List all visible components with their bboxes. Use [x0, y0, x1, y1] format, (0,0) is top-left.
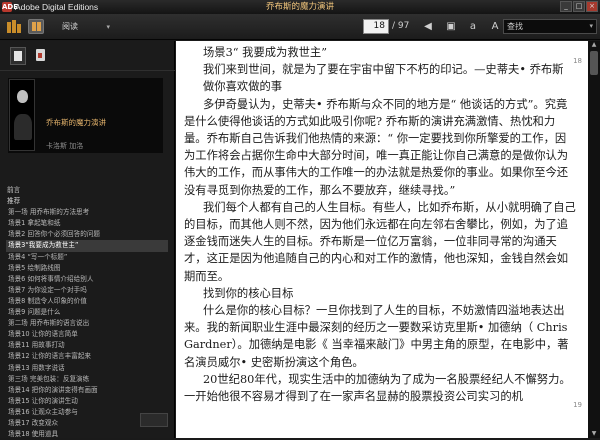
- toc-item[interactable]: 场景12 让你的语言丰富起来: [6, 351, 168, 362]
- decrease-font-button[interactable]: a: [466, 18, 480, 35]
- chevron-down-icon: ▾: [589, 22, 593, 30]
- book-text: 场景3“ 我要成为救世主” 我们来到世间，就是为了要在宇宙中留下不朽的印记。—史蒂…: [184, 44, 576, 405]
- paragraph: 20世纪80年代，现实生活中的加德纳为了成为一名股票经纪人不懈努力。一开始他很不…: [184, 372, 571, 404]
- apple-logo-icon: [17, 90, 28, 103]
- scroll-up-icon[interactable]: ▲: [589, 41, 599, 49]
- paragraph: 做你喜欢做的事: [203, 80, 283, 94]
- toc-item[interactable]: 场景7 为你设定一个对手吗: [6, 285, 168, 296]
- bookmarks-tab-icon[interactable]: [10, 47, 26, 65]
- page-number-input[interactable]: 18: [363, 19, 389, 34]
- previous-page-icon[interactable]: ◀: [420, 18, 436, 35]
- toc-item[interactable]: 场景5 绘制路线图: [6, 263, 168, 274]
- book-title: 乔布斯的魔力演讲: [46, 118, 106, 127]
- toc-item[interactable]: 场景13 用数字说话: [6, 363, 168, 374]
- toolbar: 阅读 ▾ 18 / 97 ◀ ▣ a A 查找 ▾: [0, 14, 600, 40]
- book-author: 卡洛斯 加洛: [46, 142, 84, 150]
- portrait-image: [14, 114, 32, 140]
- reading-view-icon[interactable]: [28, 19, 44, 34]
- page-total: / 97: [392, 21, 410, 31]
- toc-item[interactable]: 场景15 让你的演讲生动: [6, 396, 168, 407]
- paragraph: 什么是你的核心目标？一旦你找到了人生的目标，不妨激情四溢地表达出来。我的新闻职业…: [184, 304, 569, 369]
- paragraph: 找到你的核心目标: [203, 286, 294, 300]
- toc-item[interactable]: 场景2 回答你个必须回答的问题: [6, 229, 168, 240]
- toc-item[interactable]: 场景4 “写一个标题”: [6, 252, 168, 263]
- paragraph: 多伊奇曼认为，史蒂夫• 乔布斯与众不同的地方是“ 他谈话的方式”。究竟是什么使得…: [184, 97, 569, 197]
- toc-item[interactable]: 场景9 问题是什么: [6, 307, 168, 318]
- sidebar-collapse-button[interactable]: [140, 413, 168, 427]
- toc-item[interactable]: 场景6 如何将事情介绍给别人: [6, 274, 168, 285]
- close-button[interactable]: ×: [586, 1, 598, 12]
- print-icon[interactable]: ▣: [443, 18, 459, 35]
- book-cover-thumbnail[interactable]: [9, 79, 35, 151]
- document-title: 乔布斯的魔力演讲: [265, 2, 334, 12]
- toc-item[interactable]: 场景18 使用道具: [6, 429, 168, 440]
- toc-item[interactable]: 场景1 拿起笔和纸: [6, 218, 168, 229]
- reading-pane[interactable]: 18 19 场景3“ 我要成为救世主” 我们来到世间，就是为了要在宇宙中留下不朽的…: [176, 41, 588, 438]
- chevron-down-icon: ▾: [106, 23, 110, 31]
- toc-item[interactable]: 场景8 制造令人印象的价值: [6, 296, 168, 307]
- sidebar: 乔布斯的魔力演讲 卡洛斯 加洛 前言 推荐 第一场 用乔布斯的方法思考 场景1 拿起笔…: [0, 41, 175, 438]
- toc-item[interactable]: 推荐: [6, 196, 168, 207]
- minimize-button[interactable]: _: [560, 1, 572, 12]
- search-input[interactable]: 查找 ▾: [503, 19, 597, 34]
- toc-item[interactable]: 场景3“我要成为救世主”: [6, 240, 168, 252]
- view-mode-value: 阅读: [62, 22, 78, 31]
- window-controls: _ □ ×: [560, 1, 598, 12]
- toc-item[interactable]: 第二场 用乔布斯的语言说出: [6, 318, 168, 329]
- title-bar: ADE Adobe Digital Editions 乔布斯的魔力演讲 _ □ …: [0, 0, 600, 14]
- toc-item[interactable]: 前言: [6, 185, 168, 196]
- toc-item[interactable]: 场景14 把你的演讲变得有画面: [6, 385, 168, 396]
- toc-item[interactable]: 第三场 完美包装：反复演练: [6, 374, 168, 385]
- scrollbar-thumb[interactable]: [590, 51, 598, 75]
- increase-font-button[interactable]: A: [487, 18, 503, 35]
- paragraph: 我们来到世间，就是为了要在宇宙中留下不朽的印记。—史蒂夫• 乔布斯: [203, 63, 564, 77]
- toc-item[interactable]: 场景11 用故事打动: [6, 340, 168, 351]
- sidebar-tabs: [0, 41, 175, 71]
- view-mode-select[interactable]: 阅读 ▾: [58, 20, 114, 34]
- table-of-contents: 前言 推荐 第一场 用乔布斯的方法思考 场景1 拿起笔和纸 场景2 回答你个必须回答的问…: [6, 185, 168, 440]
- paragraph: 我们每个人都有自己的人生目标。有些人，比如乔布斯，从小就明确了自己的目标，而其他…: [184, 200, 576, 283]
- notes-tab-icon[interactable]: [33, 47, 49, 65]
- search-value: 查找: [507, 22, 523, 31]
- toc-item[interactable]: 场景10 让你的语言简单: [6, 329, 168, 340]
- scroll-down-icon[interactable]: ▼: [589, 430, 599, 438]
- vertical-scrollbar[interactable]: ▲ ▼: [588, 41, 600, 438]
- library-view-icon[interactable]: [6, 19, 22, 34]
- maximize-button[interactable]: □: [573, 1, 585, 12]
- toc-item[interactable]: 第一场 用乔布斯的方法思考: [6, 207, 168, 218]
- book-info: 乔布斯的魔力演讲 卡洛斯 加洛: [8, 78, 163, 153]
- paragraph: 场景3“ 我要成为救世主”: [203, 46, 328, 59]
